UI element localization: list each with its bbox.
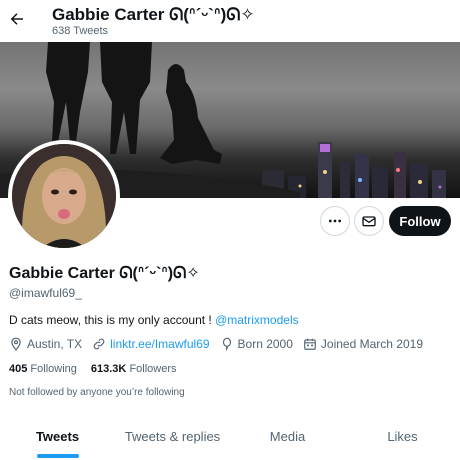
tab-label: Media [269, 428, 306, 444]
link-icon [93, 338, 105, 350]
website-link[interactable]: linktr.ee/Imawful69 [110, 337, 209, 351]
arrow-left-icon [10, 13, 23, 25]
tab-likes[interactable]: Likes [345, 414, 460, 458]
location: Austin, TX [9, 337, 82, 351]
header-title: Gabbie Carter ᘏ(ᐢ´ᵕ`ᐢ)ᘏ✧ [52, 5, 255, 24]
bio-text: D cats meow, this is my only account ! [9, 313, 216, 327]
followed-by-note: Not followed by anyone you’re following [9, 387, 185, 398]
more-horizontal-icon [329, 219, 341, 223]
top-bar: Gabbie Carter ᘏ(ᐢ´ᵕ`ᐢ)ᘏ✧ 638 Tweets [0, 0, 460, 42]
active-tab-indicator [36, 454, 79, 458]
tab-label: Tweets [35, 428, 80, 444]
follow-stats: 405 Following 613.3K Followers [9, 363, 191, 375]
avatar[interactable] [8, 140, 120, 252]
tweet-count: 638 Tweets [52, 25, 109, 37]
location-pin-icon [11, 337, 21, 351]
followers-label: Followers [129, 363, 177, 375]
avatar-image [12, 144, 116, 248]
user-handle: @imawful69_ [9, 286, 82, 300]
tab-tweets[interactable]: Tweets [0, 414, 115, 458]
following-count: 405 [9, 363, 28, 375]
balloon-icon [222, 337, 231, 351]
tab-label: Likes [387, 428, 418, 444]
tab-label: Tweets & replies [124, 428, 221, 444]
calendar-icon [304, 338, 316, 350]
location-text: Austin, TX [27, 337, 83, 351]
follow-button[interactable]: Follow [389, 206, 451, 236]
followers-link[interactable]: 613.3K Followers [91, 363, 177, 375]
bio: D cats meow, this is my only account ! @… [9, 313, 299, 327]
following-label: Following [30, 363, 77, 375]
website: linktr.ee/Imawful69 [92, 337, 210, 351]
bio-mention-link[interactable]: @matrixmodels [215, 313, 299, 327]
city-skyline [262, 142, 446, 198]
following-link[interactable]: 405 Following [9, 363, 77, 375]
message-button[interactable] [354, 206, 384, 236]
profile-tabs: Tweets Tweets & replies Media Likes [0, 414, 460, 458]
birthday: Born 2000 [220, 337, 293, 351]
display-name: Gabbie Carter ᘏ(ᐢ´ᵕ`ᐢ)ᘏ✧ [9, 265, 200, 282]
profile-meta: Austin, TX linktr.ee/Imawful69 Born 2000… [9, 337, 433, 351]
tab-media[interactable]: Media [230, 414, 345, 458]
birthday-text: Born 2000 [237, 337, 293, 351]
followers-count: 613.3K [90, 363, 127, 375]
envelope-icon [362, 216, 376, 227]
more-button[interactable] [320, 206, 350, 236]
tab-tweets-and-replies[interactable]: Tweets & replies [115, 414, 230, 458]
back-button[interactable] [6, 8, 28, 30]
join-date-text: Joined March 2019 [320, 337, 423, 351]
join-date: Joined March 2019 [303, 337, 423, 351]
